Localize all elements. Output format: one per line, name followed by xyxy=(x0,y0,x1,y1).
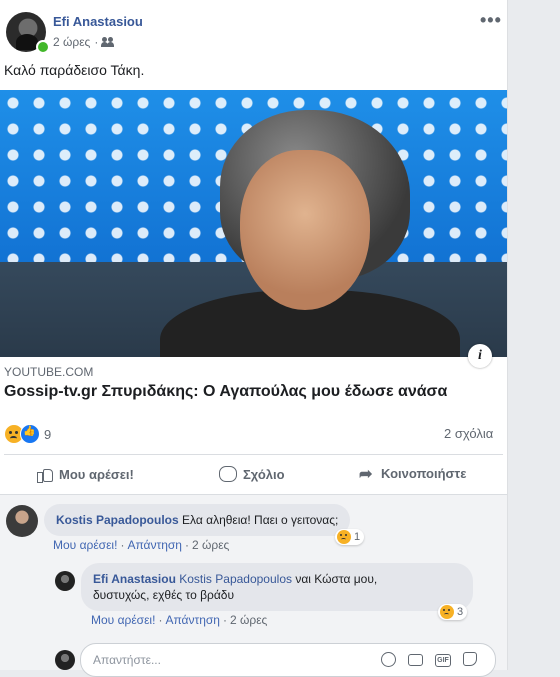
reply-input[interactable]: Απαντήστε... GIF xyxy=(80,643,496,677)
thumbnail-person xyxy=(150,110,460,357)
current-user-avatar xyxy=(55,650,75,670)
sticker-icon[interactable] xyxy=(463,652,477,666)
reply-actions: Μου αρέσει! · Απάντηση · 2 ώρες xyxy=(91,613,267,627)
camera-icon[interactable] xyxy=(408,654,423,666)
commenter-avatar[interactable] xyxy=(6,505,38,537)
like-button-label: Μου αρέσει! xyxy=(59,466,134,482)
comment-reaction-badge[interactable]: 1 xyxy=(335,529,365,545)
separator: · xyxy=(222,613,227,627)
post-meta: 2 ώρες · xyxy=(53,35,114,49)
friends-audience-icon[interactable] xyxy=(101,37,114,47)
sad-reaction-icon xyxy=(440,605,454,619)
info-icon[interactable]: i xyxy=(468,344,492,368)
reply-reaction-badge[interactable]: 3 xyxy=(438,604,468,620)
video-thumbnail[interactable] xyxy=(0,90,507,357)
comment-author[interactable]: Kostis Papadopoulos xyxy=(56,513,179,527)
meta-separator: · xyxy=(94,35,99,49)
emoji-icon[interactable] xyxy=(381,652,396,667)
comment-like-link[interactable]: Μου αρέσει! xyxy=(53,538,117,552)
reply-reaction-count: 3 xyxy=(457,606,464,618)
share-button-label: Κοινοποιήστε xyxy=(381,466,467,481)
reply-author[interactable]: Efi Anastasiou xyxy=(93,572,176,586)
comment-button[interactable]: Σχόλιο xyxy=(219,466,285,482)
reaction-count[interactable]: 9 xyxy=(44,427,51,442)
thumbs-up-icon xyxy=(37,466,53,483)
comment-button-label: Σχόλιο xyxy=(243,466,285,482)
reply-reply-link[interactable]: Απάντηση xyxy=(165,613,220,627)
reply-time[interactable]: 2 ώρες xyxy=(230,613,267,627)
right-pane xyxy=(508,0,560,670)
comment-reply-link[interactable]: Απάντηση xyxy=(127,538,182,552)
reply-placeholder: Απαντήστε... xyxy=(93,653,161,667)
post-time[interactable]: 2 ώρες xyxy=(53,35,90,49)
reply-like-link[interactable]: Μου αρέσει! xyxy=(91,613,155,627)
link-title[interactable]: Gossip-tv.gr Σπυριδάκης: Ο Αγαπούλας μου… xyxy=(4,383,447,401)
like-button[interactable]: Μου αρέσει! xyxy=(37,466,134,483)
like-reaction-icon xyxy=(20,424,40,444)
comment-reaction-count: 1 xyxy=(354,531,361,543)
comment-time[interactable]: 2 ώρες xyxy=(192,538,229,552)
divider xyxy=(0,494,507,495)
separator: · xyxy=(120,538,125,552)
sad-reaction-icon xyxy=(337,530,351,544)
comment-text: Ελα αληθεια! Παει ο γειτονας; xyxy=(182,513,339,527)
post-text: Καλό παράδεισο Τάκη. xyxy=(4,62,145,78)
reply-author-avatar[interactable] xyxy=(55,571,75,591)
reply-mention[interactable]: Kostis Papadopoulos xyxy=(179,572,292,586)
share-button[interactable]: Κοινοποιήστε xyxy=(359,464,467,484)
more-options-icon[interactable]: ••• xyxy=(480,10,502,31)
divider xyxy=(4,454,503,455)
separator: · xyxy=(158,613,163,627)
post-card: Efi Anastasiou 2 ώρες · ••• Καλό παράδει… xyxy=(0,0,508,677)
reactions-summary[interactable]: 9 xyxy=(4,424,51,444)
post-author[interactable]: Efi Anastasiou xyxy=(53,14,143,29)
reply-text-line1: ναι Κώστα μου, xyxy=(295,572,378,586)
share-arrow-icon xyxy=(359,464,375,484)
reply-text-line2: δυστυχώς, εχθές το βράδυ xyxy=(93,588,235,602)
separator: · xyxy=(184,538,189,552)
person-face xyxy=(240,150,370,310)
comment-bubble-icon xyxy=(219,466,237,482)
comment-actions: Μου αρέσει! · Απάντηση · 2 ώρες xyxy=(53,538,229,552)
comments-count[interactable]: 2 σχόλια xyxy=(444,426,493,441)
comment-bubble: Kostis Papadopoulos Ελα αληθεια! Παει ο … xyxy=(44,504,351,536)
gif-icon[interactable]: GIF xyxy=(435,654,451,667)
reply-bubble: Efi Anastasiou Kostis Papadopoulos ναι Κ… xyxy=(81,563,473,611)
online-status-icon xyxy=(36,40,50,54)
link-domain[interactable]: YOUTUBE.COM xyxy=(4,365,93,379)
